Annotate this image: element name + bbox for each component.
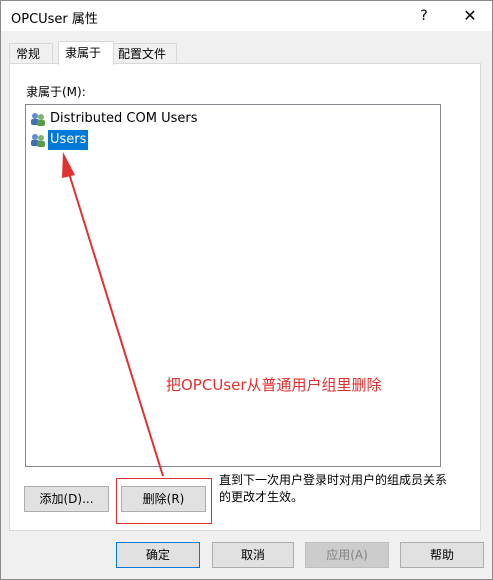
annotation-highlight-box <box>116 478 212 524</box>
group-icon <box>31 134 45 147</box>
apply-button[interactable]: 应用(A) <box>305 542 389 568</box>
group-listbox[interactable]: Distributed COM Users Users <box>25 104 441 467</box>
add-button[interactable]: 添加(D)... <box>24 486 109 512</box>
close-button[interactable]: ✕ <box>447 1 493 31</box>
window-title: OPCUser 属性 <box>11 12 98 27</box>
tab-panel: 隶属于(M): Distributed COM Users Users <box>9 63 481 531</box>
cancel-button[interactable]: 取消 <box>212 542 294 568</box>
help-button[interactable]: 帮助 <box>400 542 484 568</box>
annotation-text: 把OPCUser从普通用户组里删除 <box>166 376 382 394</box>
group-icon <box>31 113 45 126</box>
info-note: 直到下一次用户登录时对用户的组成员关系的更改才生效。 <box>219 473 448 504</box>
list-item-label: Distributed COM Users <box>50 111 198 126</box>
list-item-label: Users <box>48 130 89 150</box>
member-of-label: 隶属于(M): <box>26 85 86 99</box>
tab-profile[interactable]: 配置文件 <box>111 43 177 64</box>
title-bar: OPCUser 属性 ? ✕ <box>1 1 492 31</box>
ok-button[interactable]: 确定 <box>116 542 200 568</box>
tab-general[interactable]: 常规 <box>9 43 53 64</box>
help-title-button[interactable]: ? <box>401 1 447 31</box>
tab-member-of[interactable]: 隶属于 <box>58 41 114 65</box>
